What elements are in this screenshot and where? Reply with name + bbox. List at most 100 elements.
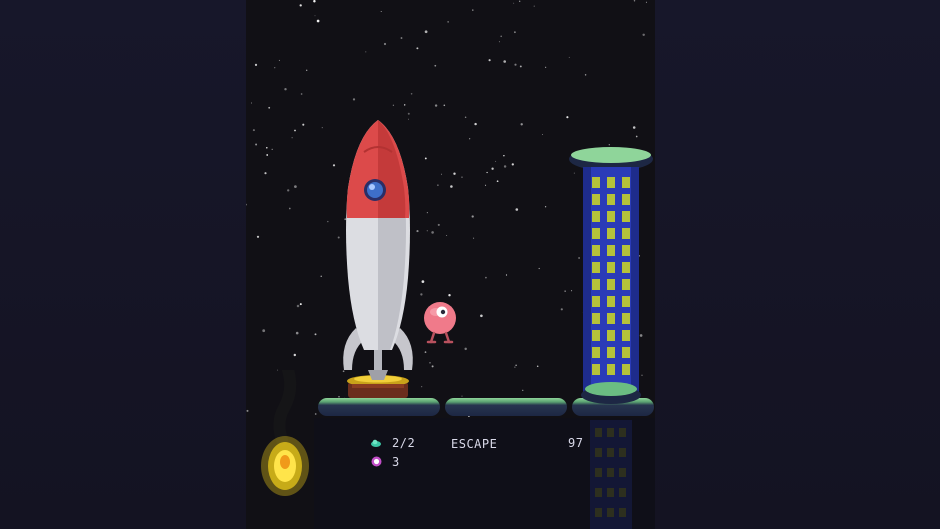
star	[584, 74, 587, 76]
star	[514, 366, 516, 368]
star	[519, 65, 522, 68]
tower-window	[622, 279, 630, 290]
star	[514, 31, 516, 34]
tower-window	[592, 313, 600, 324]
star	[320, 275, 322, 277]
tower-window	[622, 245, 630, 256]
star	[472, 9, 474, 11]
star	[645, 1, 647, 3]
star	[503, 155, 505, 157]
tower-window	[592, 347, 600, 358]
platform-middle	[445, 398, 567, 416]
star	[400, 37, 403, 39]
star	[284, 88, 287, 91]
star	[505, 274, 508, 276]
tower-window	[607, 313, 615, 324]
tower-window	[622, 177, 630, 188]
tower-window	[607, 245, 615, 256]
star	[293, 353, 297, 357]
star	[511, 163, 514, 166]
star	[473, 237, 475, 239]
star	[471, 215, 474, 218]
star	[514, 63, 517, 66]
star	[380, 11, 382, 13]
star	[480, 314, 483, 318]
tower-window	[607, 347, 615, 358]
star	[522, 389, 524, 391]
star	[491, 167, 494, 170]
star	[327, 220, 329, 223]
star	[300, 93, 303, 95]
star	[474, 122, 477, 126]
star	[407, 112, 410, 115]
star	[302, 123, 305, 126]
star	[461, 395, 463, 397]
tower-window	[622, 347, 630, 358]
left-backdrop	[0, 0, 246, 529]
tower-window	[622, 262, 630, 273]
star	[429, 361, 431, 364]
rocket-icon[interactable]	[338, 118, 418, 388]
tower-window	[592, 245, 600, 256]
tower-window	[607, 228, 615, 239]
star	[431, 231, 434, 234]
tower-window	[622, 228, 630, 239]
star	[533, 5, 535, 7]
tower-window	[607, 177, 615, 188]
star	[314, 15, 316, 17]
star	[426, 230, 428, 232]
star	[496, 180, 499, 183]
star	[271, 148, 273, 151]
star	[495, 160, 497, 162]
tower-window	[607, 262, 615, 273]
star	[443, 104, 446, 107]
star	[420, 293, 423, 296]
star	[352, 98, 356, 101]
star	[321, 127, 323, 129]
star	[536, 365, 539, 368]
star	[453, 172, 456, 175]
star	[256, 235, 260, 238]
star	[485, 184, 487, 186]
star	[299, 303, 302, 306]
star	[437, 184, 439, 186]
star	[287, 189, 290, 192]
star	[503, 60, 507, 63]
star	[538, 267, 540, 270]
star	[545, 66, 547, 68]
star	[434, 64, 437, 67]
star	[469, 138, 471, 140]
tower-window	[592, 330, 600, 341]
star	[544, 206, 547, 208]
star	[254, 63, 258, 67]
star	[306, 69, 308, 71]
star	[632, 126, 636, 129]
star	[486, 171, 488, 174]
star	[316, 19, 320, 23]
star	[503, 165, 507, 168]
fire-icon	[261, 370, 309, 496]
star	[633, 0, 636, 2]
pink-blob-creature-icon[interactable]	[422, 300, 458, 344]
tower-window	[622, 313, 630, 324]
star	[519, 0, 521, 2]
star	[264, 172, 267, 175]
star	[410, 93, 413, 95]
star	[294, 129, 296, 132]
star	[252, 129, 255, 132]
tower-window	[592, 296, 600, 307]
star	[296, 304, 300, 308]
tower-window	[607, 211, 615, 222]
tower-reflection	[590, 420, 632, 529]
star	[246, 409, 249, 412]
star	[515, 208, 519, 211]
star	[266, 154, 269, 156]
star	[421, 386, 423, 388]
star	[446, 234, 448, 237]
star	[424, 157, 427, 160]
star	[520, 123, 523, 126]
star	[332, 164, 336, 167]
star	[268, 106, 271, 109]
star	[450, 185, 453, 188]
star	[542, 133, 543, 135]
